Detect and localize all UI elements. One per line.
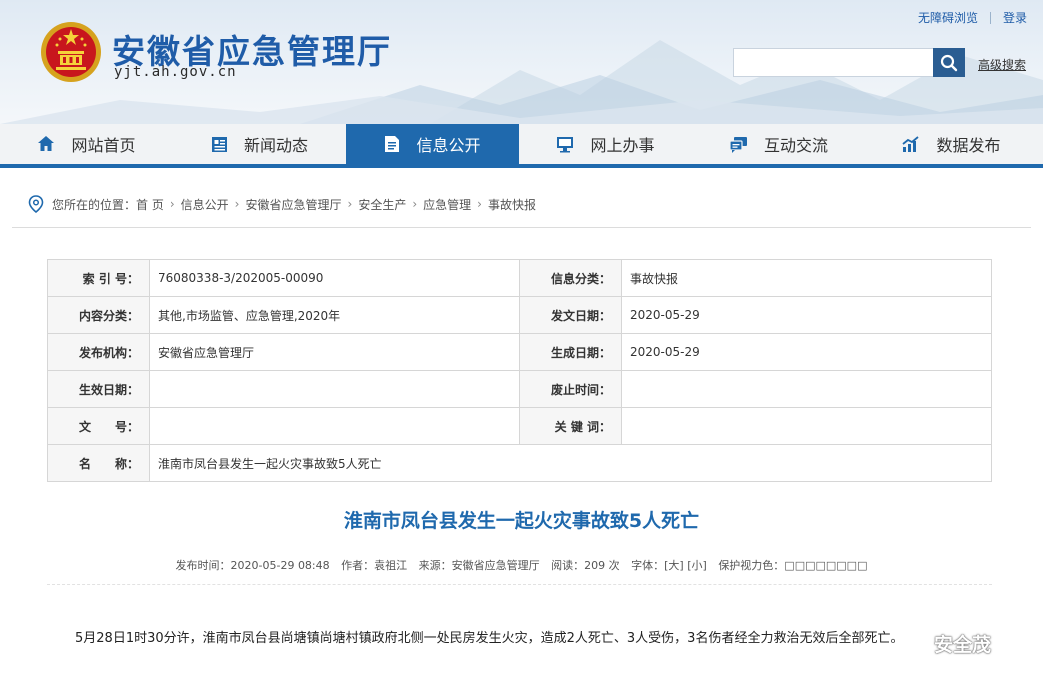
font-size-control[interactable]: 字体：[大] [小] (631, 559, 707, 572)
nav-item-interaction[interactable]: 互动交流 (692, 124, 865, 164)
table-row: 内容分类： 其他,市场监管、应急管理,2020年 发文日期： 2020-05-2… (47, 296, 992, 334)
date-value: 2020-05-29 (621, 296, 992, 334)
breadcrumb-prefix: 您所在的位置： (52, 197, 137, 212)
org-value: 安徽省应急管理厅 (149, 333, 520, 371)
category-label: 信息分类： (519, 259, 622, 297)
watermark: 安全茂 (898, 630, 991, 657)
nav-item-news[interactable]: 新闻动态 (173, 124, 346, 164)
breadcrumb-separator: › (477, 197, 482, 211)
effective-date-label: 生效日期： (47, 370, 150, 408)
breadcrumb-accident-report[interactable]: 事故快报 (488, 196, 536, 213)
doc-number-value (149, 407, 520, 445)
national-emblem-icon (41, 22, 101, 82)
main-nav: 网站首页 新闻动态 信息公开 网上办事 互动交流 数据发布 (0, 124, 1043, 164)
table-row: 发布机构： 安徽省应急管理厅 生成日期： 2020-05-29 (47, 333, 992, 371)
eye-care-color-picker[interactable]: 保护视力色：□□□□□□□□ (718, 559, 867, 572)
table-row: 名 称： 淮南市凤台县发生一起火灾事故致5人死亡 (47, 444, 992, 482)
breadcrumb-separator: › (347, 197, 353, 211)
source: 来源：安徽省应急管理厅 (418, 559, 540, 572)
chat-icon (729, 136, 748, 153)
gen-date-value: 2020-05-29 (621, 333, 992, 371)
home-icon (37, 135, 55, 153)
breadcrumb-separator: › (412, 197, 418, 211)
meta-divider (47, 584, 992, 585)
chart-icon (902, 135, 920, 153)
site-header: 安徽省应急管理厅 yjt.ah.gov.cn 无障碍浏览 登录 高级搜索 (0, 0, 1043, 124)
nav-label: 数据发布 (936, 136, 1001, 155)
content-value: 其他,市场监管、应急管理,2020年 (149, 296, 520, 334)
login-link[interactable]: 登录 (1003, 9, 1027, 26)
divider (989, 11, 991, 24)
index-value: 76080338-3/202005-00090 (149, 259, 520, 297)
article-title: 淮南市凤台县发生一起火灾事故致5人死亡 (343, 510, 700, 532)
nav-item-home[interactable]: 网站首页 (0, 124, 173, 164)
breadcrumb-info-public[interactable]: 信息公开 (181, 196, 229, 213)
nav-label: 互动交流 (763, 136, 828, 155)
top-links: 无障碍浏览 登录 (918, 9, 1027, 26)
view-count: 阅读：209 次 (551, 559, 620, 572)
keywords-label: 关 键 词： (519, 407, 622, 445)
doc-number-label: 文 号： (47, 407, 150, 445)
nav-label: 网上办事 (590, 136, 655, 155)
org-label: 发布机构： (47, 333, 150, 371)
breadcrumb-safety[interactable]: 安全生产 (358, 196, 406, 213)
search-box (733, 48, 965, 77)
nav-item-online-service[interactable]: 网上办事 (519, 124, 692, 164)
advanced-search-link[interactable]: 高级搜索 (978, 56, 1026, 73)
accessibility-link[interactable]: 无障碍浏览 (918, 9, 978, 26)
name-label: 名 称： (47, 444, 150, 482)
table-row: 生效日期： 废止时间： (47, 370, 992, 408)
breadcrumb-divider (12, 227, 1031, 228)
breadcrumb-separator: › (169, 197, 175, 211)
keywords-value (621, 407, 992, 445)
nav-label: 信息公开 (416, 136, 481, 155)
nav-item-info-public[interactable]: 信息公开 (346, 124, 519, 164)
name-value: 淮南市凤台县发生一起火灾事故致5人死亡 (149, 444, 992, 482)
breadcrumb: 您所在的位置： 首 页 › 信息公开 › 安徽省应急管理厅 › 安全生产 › 应… (28, 195, 536, 213)
breadcrumb-separator: › (234, 197, 240, 211)
watermark-text: 安全茂 (934, 634, 992, 656)
author: 作者：袁祖江 (341, 559, 408, 572)
article-meta: 发布时间：2020-05-29 08:48 作者：袁祖江 来源：安徽省应急管理厅… (0, 557, 1043, 573)
nav-item-data-release[interactable]: 数据发布 (865, 124, 1038, 164)
table-row: 文 号： 关 键 词： (47, 407, 992, 445)
category-value: 事故快报 (621, 259, 992, 297)
breadcrumb-emergency[interactable]: 应急管理 (423, 196, 471, 213)
search-input[interactable] (733, 48, 933, 77)
monitor-icon (556, 136, 574, 153)
document-icon (384, 135, 400, 153)
table-row: 索 引 号： 76080338-3/202005-00090 信息分类： 事故快… (47, 259, 992, 297)
news-icon (211, 136, 228, 153)
nav-label: 新闻动态 (243, 136, 308, 155)
search-button[interactable] (933, 48, 965, 77)
breadcrumb-home[interactable]: 首 页 (136, 196, 164, 213)
wechat-icon (898, 631, 928, 657)
article-body: 5月28日1时30分许，淮南市凤台县尚塘镇尚塘村镇政府北侧一处民房发生火灾，造成… (75, 631, 904, 646)
content-label: 内容分类： (47, 296, 150, 334)
publish-time: 发布时间：2020-05-29 08:48 (175, 559, 330, 572)
nav-label: 网站首页 (71, 136, 136, 155)
index-label: 索 引 号： (47, 259, 150, 297)
gen-date-label: 生成日期： (519, 333, 622, 371)
info-table: 索 引 号： 76080338-3/202005-00090 信息分类： 事故快… (47, 259, 992, 482)
site-url: yjt.ah.gov.cn (114, 64, 237, 80)
location-pin-icon (28, 195, 44, 213)
effective-date-value (149, 370, 520, 408)
nav-underline (0, 164, 1043, 168)
abolish-time-value (621, 370, 992, 408)
abolish-time-label: 废止时间： (519, 370, 622, 408)
breadcrumb-department[interactable]: 安徽省应急管理厅 (245, 196, 341, 213)
date-label: 发文日期： (519, 296, 622, 334)
search-icon (940, 54, 958, 71)
